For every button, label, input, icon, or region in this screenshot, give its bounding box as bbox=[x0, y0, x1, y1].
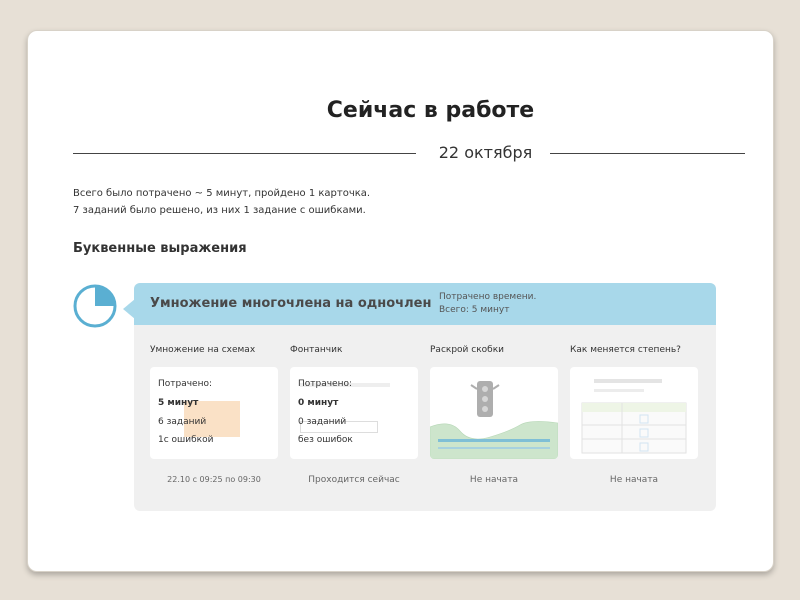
spent-time: 0 минут bbox=[298, 398, 339, 408]
page-title: Сейчас в работе bbox=[326, 98, 535, 123]
task-count: 6 заданий bbox=[158, 417, 207, 427]
task-status: Не начата bbox=[609, 475, 659, 485]
progress-pie-fill bbox=[95, 286, 115, 306]
spent-time: 5 минут bbox=[158, 398, 199, 408]
thumbnail-line bbox=[594, 389, 644, 392]
task-tile[interactable] bbox=[430, 367, 558, 459]
task-thumbnail bbox=[581, 379, 687, 454]
thumbnail-line bbox=[594, 379, 662, 383]
section-title: Буквенные выражения bbox=[73, 241, 247, 256]
task-tile[interactable]: Потрачено: 0 минут 0 заданий без ошибок bbox=[290, 367, 418, 459]
date-divider: 22 октября bbox=[73, 143, 745, 165]
spent-label: Потрачено: bbox=[158, 379, 213, 389]
summary-line-1: Всего было потрачено ~ 5 минут, пройдено… bbox=[73, 188, 371, 199]
task-tile[interactable] bbox=[570, 367, 698, 459]
task-status: Не начата bbox=[469, 475, 519, 485]
task-title: Умножение на схемах bbox=[150, 345, 256, 355]
slide: Сейчас в работе 22 октября Всего было по… bbox=[27, 30, 774, 572]
summary-text: Всего было потрачено ~ 5 минут, пройдено… bbox=[73, 185, 370, 219]
date-label: 22 октября bbox=[438, 143, 533, 162]
task-title: Как меняется степень? bbox=[570, 345, 681, 355]
task-title: Раскрой скобки bbox=[430, 345, 504, 355]
thumbnail-stripe bbox=[438, 447, 550, 449]
time-spent-label: Потрачено времени. bbox=[439, 292, 537, 302]
summary-line-2: 7 заданий было решено, из них 1 задание … bbox=[73, 205, 366, 216]
divider-line-right bbox=[550, 153, 745, 154]
spent-label: Потрачено: bbox=[298, 379, 353, 389]
task-tile[interactable]: Потрачено: 5 минут 6 заданий 1с ошибкой bbox=[150, 367, 278, 459]
topic-title: Умножение многочлена на одночлен bbox=[150, 296, 432, 311]
divider-line-left bbox=[73, 153, 416, 154]
progress-pie-icon bbox=[73, 284, 117, 328]
time-spent-value: Всего: 5 минут bbox=[439, 305, 510, 315]
task-status: 22.10 с 09:25 по 09:30 bbox=[167, 475, 261, 484]
thumbnail-table-header bbox=[582, 403, 686, 412]
time-spent: Потрачено времени. Всего: 5 минут bbox=[439, 291, 536, 317]
traffic-light-icon bbox=[470, 381, 500, 417]
error-count: 1с ошибкой bbox=[158, 435, 214, 445]
task-thumbnail bbox=[430, 381, 558, 459]
topic-card[interactable]: Умножение многочлена на одночлен Потраче… bbox=[134, 283, 716, 511]
task-count: 0 заданий bbox=[298, 417, 347, 427]
error-count: без ошибок bbox=[298, 435, 353, 445]
task-title: Фонтанчик bbox=[290, 345, 343, 355]
topic-card-header: Умножение многочлена на одночлен Потраче… bbox=[134, 283, 716, 325]
thumbnail-stripe bbox=[438, 439, 550, 442]
task-status: Проходится сейчас bbox=[308, 475, 400, 485]
